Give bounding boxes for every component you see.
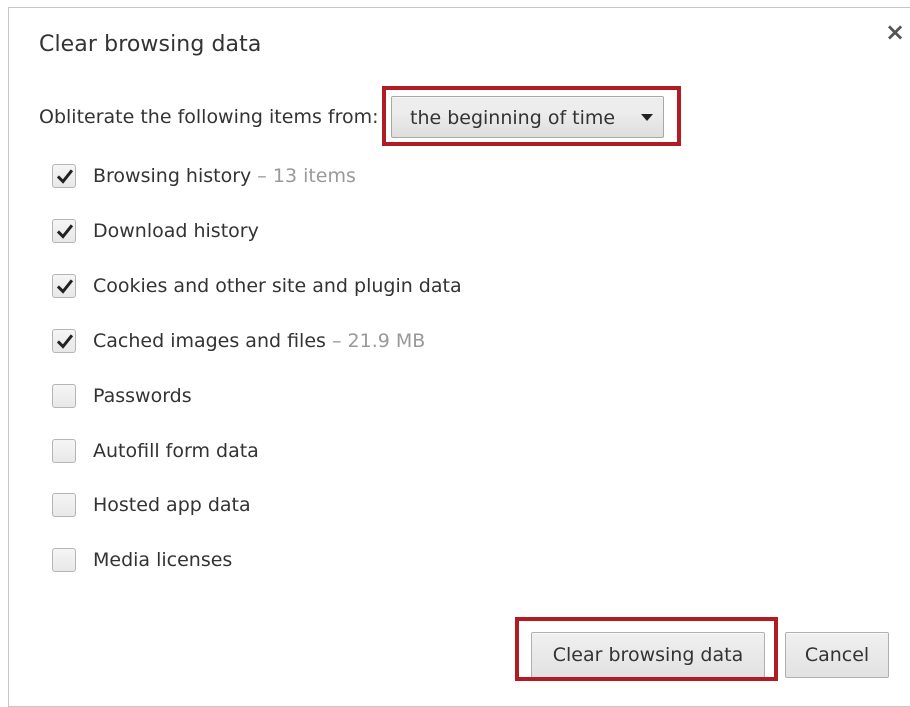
- option-separator: –: [251, 165, 273, 187]
- time-range-highlight-box: [382, 86, 681, 146]
- media-licenses-checkbox[interactable]: [52, 548, 76, 572]
- cancel-button[interactable]: Cancel: [785, 632, 889, 678]
- cookies-checkbox[interactable]: [52, 274, 76, 298]
- option-label: Passwords: [93, 385, 192, 407]
- checkmark-icon: [56, 169, 74, 184]
- option-separator: –: [325, 330, 348, 352]
- browsing-history-checkbox[interactable]: [52, 164, 76, 188]
- option-label: Download history: [93, 220, 259, 242]
- option-label: Hosted app data: [93, 494, 251, 516]
- clear-button-highlight-box: [515, 617, 778, 681]
- option-label: Cached images and files – 21.9 MB: [93, 330, 426, 352]
- dialog-title: Clear browsing data: [39, 32, 262, 57]
- autofill-checkbox[interactable]: [52, 439, 76, 463]
- option-label: Cookies and other site and plugin data: [93, 275, 462, 297]
- checkmark-icon: [56, 224, 74, 239]
- option-detail: 13 items: [272, 165, 356, 187]
- checkmark-icon: [56, 334, 74, 349]
- checkmark-icon: [56, 279, 74, 294]
- option-label: Autofill form data: [93, 440, 259, 462]
- option-detail: 21.9 MB: [347, 330, 426, 352]
- option-label: Browsing history – 13 items: [93, 165, 356, 187]
- cached-images-checkbox[interactable]: [52, 329, 76, 353]
- passwords-checkbox[interactable]: [52, 384, 76, 408]
- time-range-label: Obliterate the following items from:: [39, 106, 379, 128]
- close-icon[interactable]: ×: [884, 20, 906, 44]
- hosted-app-data-checkbox[interactable]: [52, 493, 76, 517]
- download-history-checkbox[interactable]: [52, 219, 76, 243]
- option-label: Media licenses: [93, 549, 233, 571]
